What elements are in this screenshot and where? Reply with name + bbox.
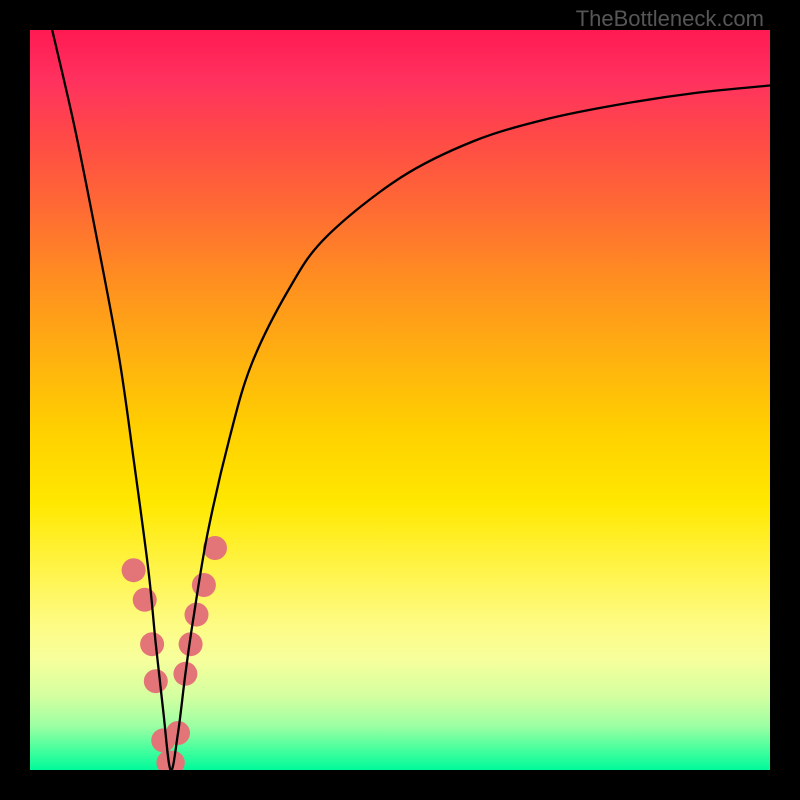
marker-layer <box>122 536 227 770</box>
watermark-text: TheBottleneck.com <box>576 6 764 32</box>
sample-marker <box>144 669 168 693</box>
chart-frame: TheBottleneck.com <box>0 0 800 800</box>
plot-area <box>30 30 770 770</box>
sample-marker <box>192 573 216 597</box>
bottleneck-curve <box>52 30 770 770</box>
sample-marker <box>122 558 146 582</box>
chart-svg <box>30 30 770 770</box>
sample-marker <box>185 603 209 627</box>
sample-marker <box>140 632 164 656</box>
